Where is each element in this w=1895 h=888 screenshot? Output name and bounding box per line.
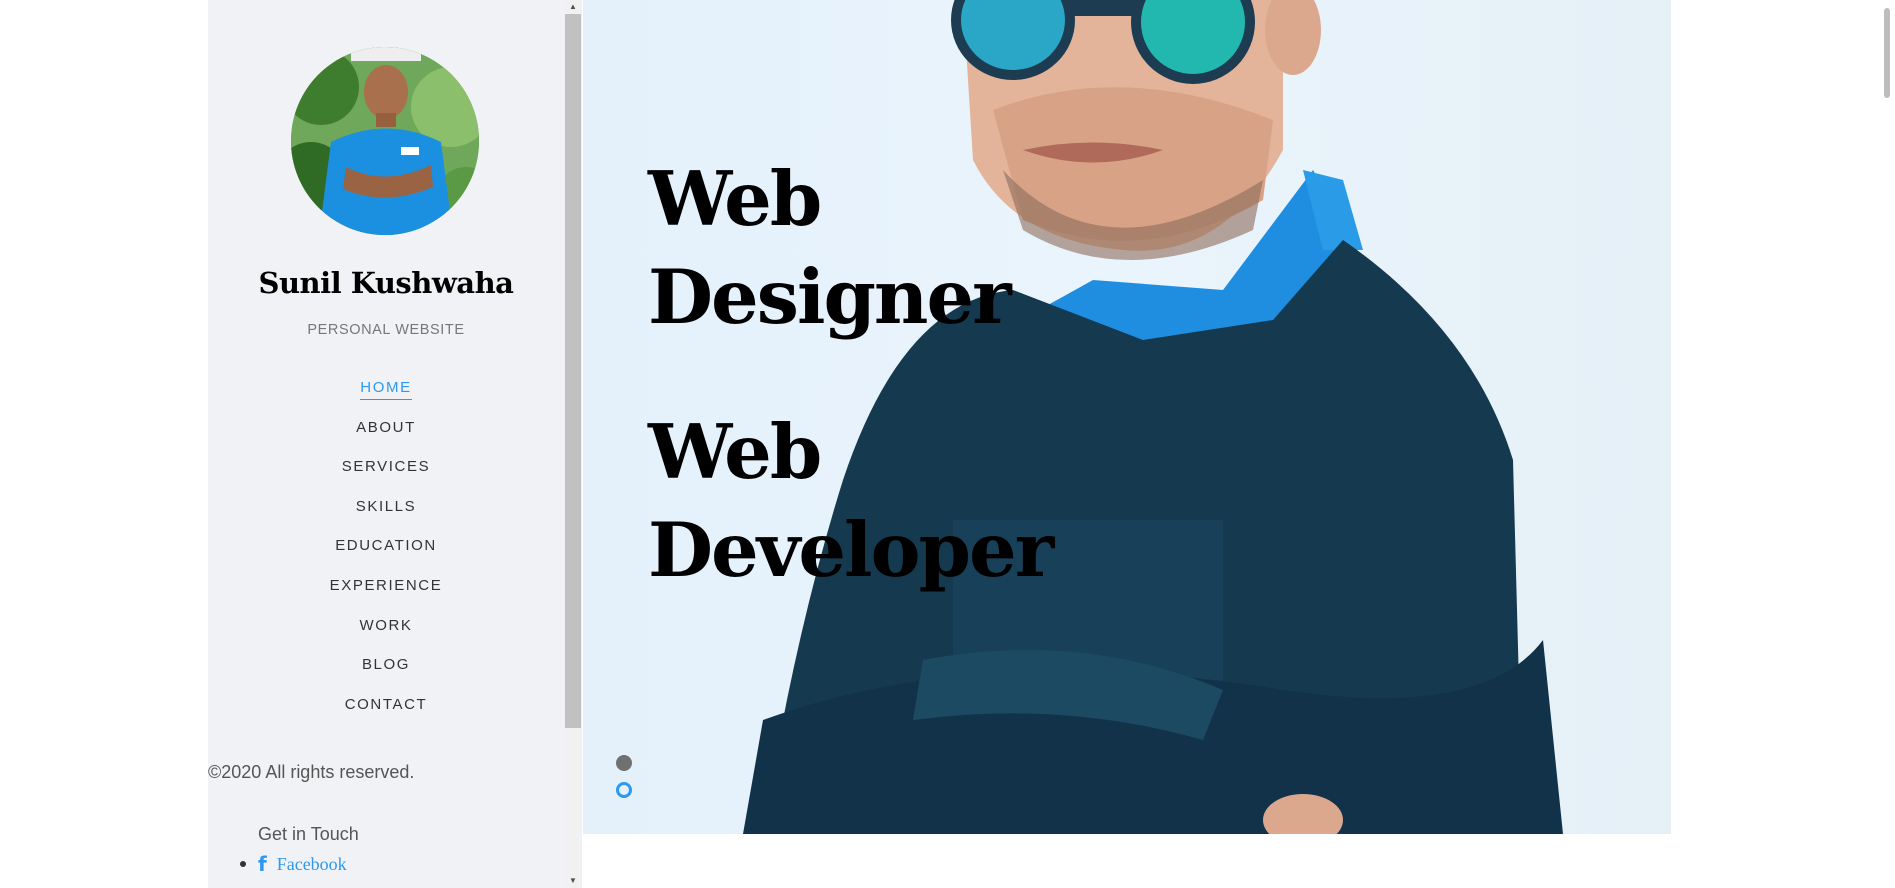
nav-item-education: EDUCATION [208,537,564,577]
hero-title-line: Developer [648,506,1054,594]
nav-link-contact[interactable]: CONTACT [345,696,428,716]
nav-item-contact: CONTACT [208,696,564,736]
copyright-text: ©2020 All rights reserved. [208,762,415,782]
owner-name: Sunil Kushwaha [258,266,514,300]
page-scrollbar-thumb[interactable] [1884,8,1890,98]
avatar [291,47,479,235]
nav-item-blog: BLOG [208,656,564,696]
slider-dot-2[interactable] [616,782,632,798]
hero-title-line: Web [648,155,822,243]
facebook-link[interactable]: Facebook [277,854,347,875]
nav-item-experience: EXPERIENCE [208,577,564,617]
nav-item-services: SERVICES [208,458,564,498]
slider-dot-1[interactable] [616,755,632,771]
avatar-photo [291,47,479,235]
hero-slider: Web Designer Web Developer [583,0,1671,834]
hero-title-line: Web [648,408,822,496]
nav-item-skills: SKILLS [208,498,564,538]
nav-link-experience[interactable]: EXPERIENCE [330,577,443,597]
site-subtitle: PERSONAL WEBSITE [307,322,465,338]
hero-title-developer: Web Developer [648,403,1054,599]
sidebar-scrollbar[interactable]: ▲ ▼ [564,0,582,888]
nav-link-work[interactable]: WORK [359,617,412,637]
facebook-icon[interactable]: f [258,852,267,876]
scroll-down-arrow-icon[interactable]: ▼ [564,874,582,888]
nav-link-about[interactable]: ABOUT [356,419,416,439]
main-nav: HOME ABOUT SERVICES SKILLS EDUCATION EXP… [208,379,564,735]
page: Sunil Kushwaha PERSONAL WEBSITE HOME ABO… [0,0,1895,888]
nav-item-about: ABOUT [208,419,564,459]
list-bullet [240,861,246,867]
hero-title-line: Designer [648,253,1012,341]
contact-heading: Get in Touch [258,824,359,844]
nav-link-home[interactable]: HOME [360,379,412,400]
nav-item-home: HOME [208,379,564,419]
nav-item-work: WORK [208,617,564,657]
nav-link-education[interactable]: EDUCATION [335,537,437,557]
sidebar: Sunil Kushwaha PERSONAL WEBSITE HOME ABO… [208,0,564,888]
social-links: f Facebook [240,852,347,876]
slider-dots [616,755,632,809]
page-scrollbar[interactable] [1878,0,1895,888]
scroll-up-arrow-icon[interactable]: ▲ [564,0,582,14]
nav-link-services[interactable]: SERVICES [342,458,430,478]
sidebar-scrollbar-thumb[interactable] [565,14,581,728]
nav-link-skills[interactable]: SKILLS [356,498,416,518]
hero-title-designer: Web Designer [648,150,1012,346]
nav-link-blog[interactable]: BLOG [362,656,410,676]
social-item-facebook: f Facebook [240,852,347,876]
